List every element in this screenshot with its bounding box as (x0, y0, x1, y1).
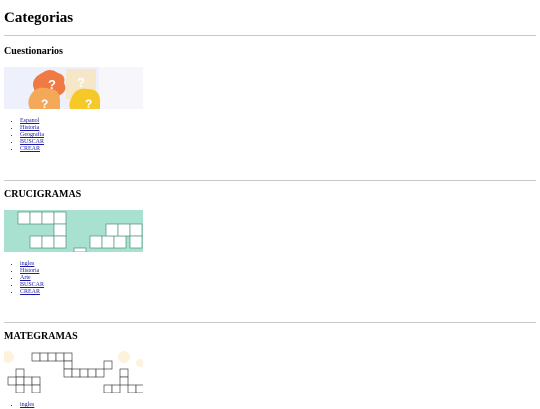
crucigramas-link-list: ingles Historia Arte BUSCAR CREAR (4, 261, 536, 296)
link-arte[interactable]: Arte (20, 275, 31, 281)
list-item: BUSCAR (20, 139, 536, 146)
link-crear[interactable]: CREAR (20, 146, 40, 152)
link-ingles[interactable]: ingles (20, 402, 34, 408)
section-heading-mategramas: MATEGRAMAS (4, 331, 78, 342)
link-historia[interactable]: Historia (20, 268, 39, 274)
list-item: Historia (20, 125, 536, 132)
section-divider (4, 180, 536, 181)
section-crucigramas: CRUCIGRAMAS in (4, 189, 536, 296)
link-buscar[interactable]: BUSCAR (20, 139, 44, 145)
list-item: Geografia (20, 132, 536, 139)
link-buscar[interactable]: BUSCAR (20, 282, 44, 288)
section-divider (4, 322, 536, 323)
section-heading-cuestionarios: Cuestionarios (4, 46, 63, 57)
crossword-banner-image[interactable] (4, 210, 143, 252)
link-crear[interactable]: CREAR (20, 289, 40, 295)
title-divider (4, 35, 536, 36)
list-item: ingles (20, 261, 536, 268)
link-geografia[interactable]: Geografia (20, 132, 44, 138)
list-item: CREAR (20, 146, 536, 153)
list-item: Historia (20, 268, 536, 275)
section-mategramas: MATEGRAMAS • ingles (4, 331, 536, 409)
list-item: BUSCAR (20, 282, 536, 289)
svg-text:?: ? (85, 97, 92, 109)
list-item: Arte (20, 275, 536, 282)
section-cuestionarios: Cuestionarios ? ? ? ? Espanol Histo (4, 46, 536, 153)
link-historia[interactable]: Historia (20, 125, 39, 131)
link-espanol[interactable]: Espanol (20, 118, 39, 124)
cuestionarios-link-list: Espanol Historia Geografia BUSCAR CREAR (4, 118, 536, 153)
list-item: CREAR (20, 289, 536, 296)
list-item: Espanol (20, 118, 536, 125)
mategrama-banner-image[interactable] (4, 351, 143, 393)
page-title: Categorias (4, 10, 74, 26)
link-ingles[interactable]: ingles (20, 261, 34, 267)
svg-text:?: ? (77, 75, 85, 90)
list-item: ingles (20, 402, 536, 409)
categories-page: Categorias Cuestionarios ? ? ? ? • Espan… (0, 0, 540, 409)
mategramas-link-list: ingles (4, 402, 536, 409)
quiz-banner-image[interactable]: ? ? ? ? (4, 67, 143, 109)
svg-text:?: ? (41, 97, 48, 109)
section-heading-crucigramas: CRUCIGRAMAS (4, 189, 82, 200)
